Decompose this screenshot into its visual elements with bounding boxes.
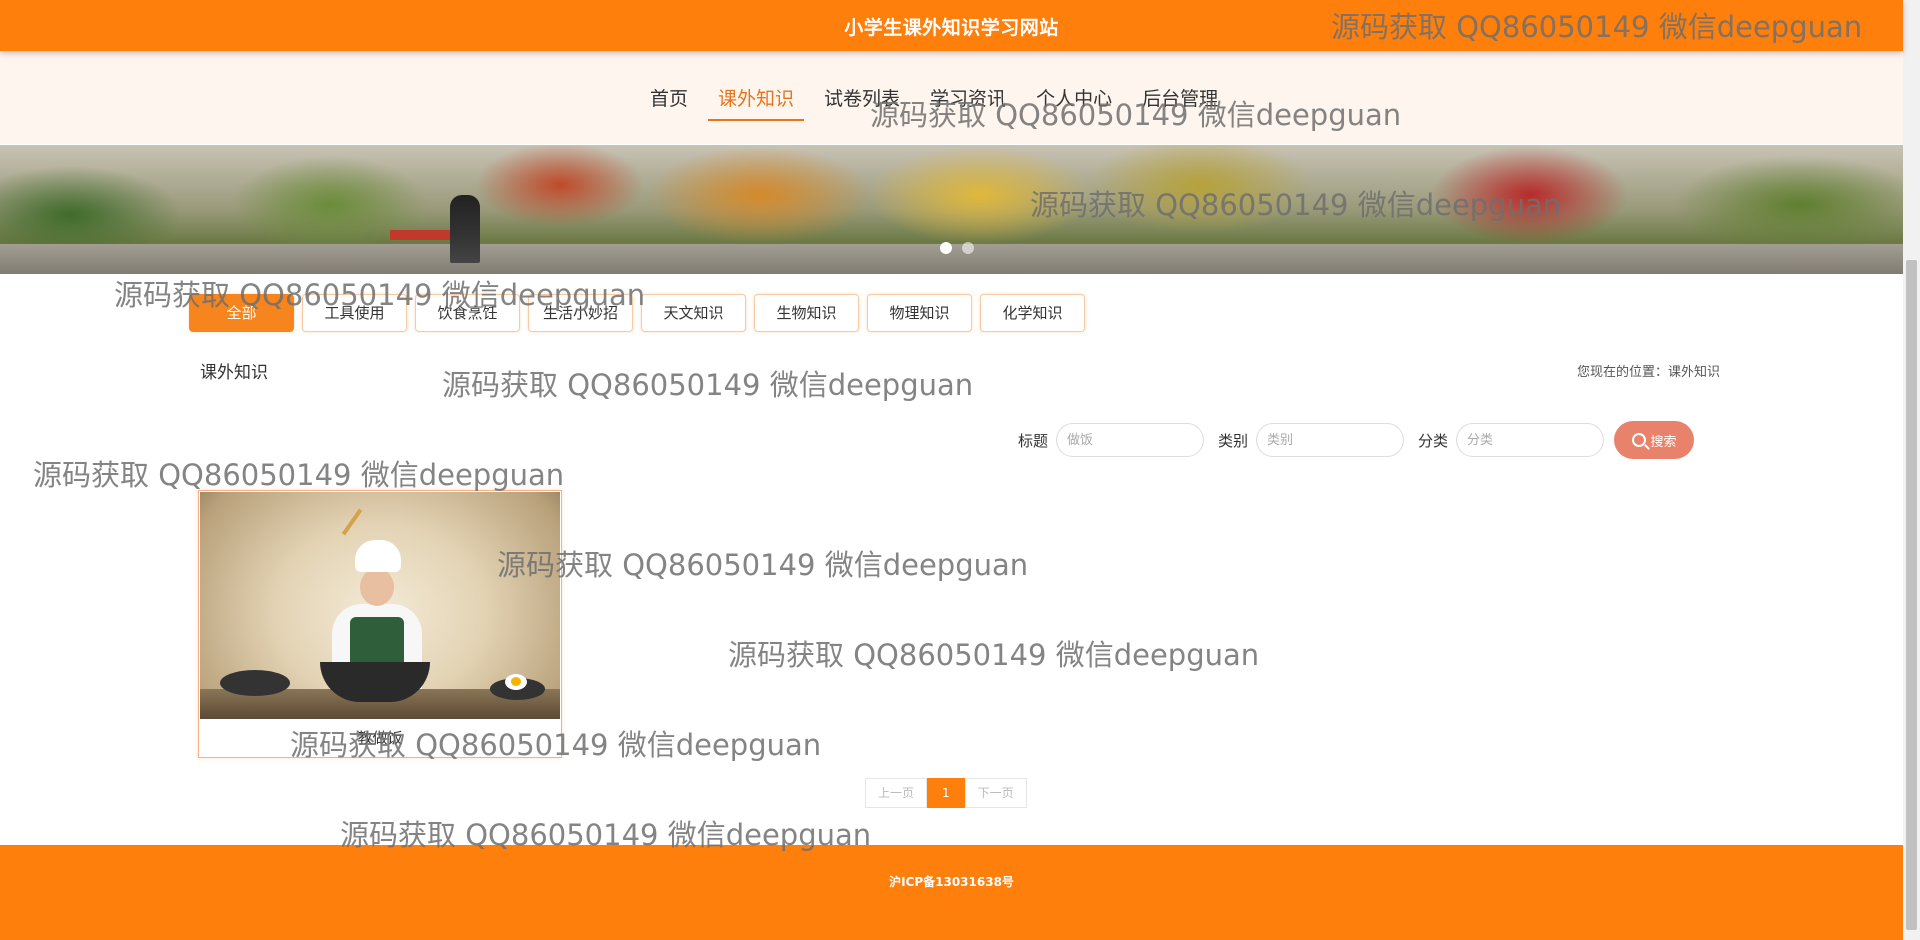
page-number-button[interactable]: 1 — [927, 778, 965, 808]
pan-left-shape — [220, 670, 290, 696]
top-header-bar: 小学生课外知识学习网站 — [0, 0, 1903, 51]
carousel-indicators — [940, 242, 974, 254]
nav-item-admin[interactable]: 后台管理 — [1132, 85, 1228, 121]
page-scrollbar[interactable] — [1903, 0, 1920, 940]
next-page-button[interactable]: 下一页 — [964, 778, 1027, 808]
chef-hat-shape — [355, 540, 401, 572]
category-tab-all[interactable]: 全部 — [189, 294, 294, 332]
watermark: 源码获取 QQ86050149 微信deepguan — [497, 548, 1029, 582]
footer: 沪ICP备13031638号 — [0, 845, 1903, 940]
nav-item-personal-center[interactable]: 个人中心 — [1026, 85, 1122, 121]
icp-text: 沪ICP备13031638号 — [889, 875, 1014, 889]
type-search-input[interactable] — [1256, 423, 1405, 457]
category-tab-tool-usage[interactable]: 工具使用 — [302, 294, 407, 332]
card-image-chef — [200, 492, 560, 719]
watermark: 源码获取 QQ86050149 微信deepguan — [442, 368, 974, 402]
category-tab-chemistry[interactable]: 化学知识 — [980, 294, 1085, 332]
search-button-label: 搜索 — [1650, 433, 1677, 449]
nav-item-exam-list[interactable]: 试卷列表 — [814, 85, 910, 121]
category-tab-physics[interactable]: 物理知识 — [867, 294, 972, 332]
search-button[interactable]: 搜索 — [1614, 421, 1695, 459]
nav-menu: 首页 课外知识 试卷列表 学习资讯 个人中心 后台管理 — [640, 85, 1238, 121]
title-search-input[interactable] — [1056, 423, 1205, 457]
category-search-input[interactable] — [1456, 423, 1605, 457]
category-tab-life-tips[interactable]: 生活小妙招 — [528, 294, 633, 332]
card-title: 教做饭 — [357, 729, 403, 747]
search-icon — [1631, 433, 1646, 447]
search-bar: 标题 类别 分类 搜索 — [1014, 421, 1695, 459]
scrollbar-thumb[interactable] — [1906, 260, 1917, 930]
prev-page-button[interactable]: 上一页 — [865, 778, 928, 808]
banner-carousel — [0, 145, 1903, 274]
whisk-shape — [341, 508, 363, 536]
banner-person — [450, 195, 480, 263]
category-tabs: 全部 工具使用 饮食烹饪 生活小妙招 天文知识 生物知识 物理知识 化学知识 — [189, 294, 1085, 332]
category-tab-biology[interactable]: 生物知识 — [754, 294, 859, 332]
pagination: 上一页 1 下一页 — [865, 778, 1027, 808]
main-navigation: 首页 课外知识 试卷列表 学习资讯 个人中心 后台管理 — [0, 51, 1903, 144]
title-label: 标题 — [1018, 431, 1049, 450]
type-label: 类别 — [1218, 431, 1249, 450]
section-title: 课外知识 — [200, 363, 268, 383]
watermark: 源码获取 QQ86050149 微信deepguan — [728, 638, 1260, 672]
knowledge-card[interactable]: 教做饭 — [198, 490, 562, 758]
nav-item-extracurricular-knowledge[interactable]: 课外知识 — [708, 85, 805, 121]
category-tab-cooking[interactable]: 饮食烹饪 — [415, 294, 520, 332]
site-title: 小学生课外知识学习网站 — [844, 17, 1059, 39]
nav-item-learning-news[interactable]: 学习资讯 — [920, 85, 1016, 121]
category-label: 分类 — [1418, 431, 1449, 450]
carousel-dot-2[interactable] — [962, 242, 974, 254]
breadcrumb: 您现在的位置：课外知识 — [1576, 365, 1720, 380]
carousel-dot-1[interactable] — [940, 242, 952, 254]
category-tab-astronomy[interactable]: 天文知识 — [641, 294, 746, 332]
chef-face-shape — [360, 568, 394, 606]
nav-item-home[interactable]: 首页 — [640, 85, 698, 121]
watermark: 源码获取 QQ86050149 微信deepguan — [33, 458, 565, 492]
egg-shape — [505, 674, 527, 690]
